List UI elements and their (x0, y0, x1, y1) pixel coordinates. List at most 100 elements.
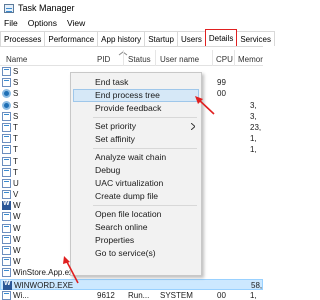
generic-app-icon (2, 190, 11, 200)
cell-name: S (13, 111, 19, 121)
column-name[interactable]: Name (6, 55, 27, 64)
generic-app-icon (2, 290, 11, 300)
table-row-selected[interactable]: WINWORD.EXE 58, (0, 278, 263, 290)
cell-name: Wi... (13, 290, 29, 300)
cell-mem: 1, (250, 290, 257, 300)
menu-file[interactable]: File (4, 18, 18, 28)
cell-name: W (13, 234, 21, 244)
generic-app-icon (2, 246, 11, 255)
cell-name: W (13, 223, 21, 233)
column-user-name[interactable]: User name (160, 55, 199, 64)
cell-mem: 1, (250, 134, 257, 144)
cell-name: W (13, 246, 21, 255)
cell-name: T (13, 145, 18, 155)
column-memory[interactable]: Memor (238, 55, 263, 64)
menu-separator (93, 148, 197, 149)
generic-app-icon (2, 167, 11, 177)
cell-cpu: 00 (217, 89, 226, 99)
generic-app-icon (2, 122, 11, 132)
table-row[interactable]: Wi... 9612 Run... SYSTEM 00 1, (0, 290, 263, 300)
context-menu-item-create-dump-file[interactable]: Create dump file (71, 190, 201, 203)
context-menu-item-set-affinity[interactable]: Set affinity (71, 133, 201, 146)
context-menu-item-analyze-wait-chain[interactable]: Analyze wait chain (71, 151, 201, 164)
generic-app-icon (2, 111, 11, 121)
cell-name: W (13, 201, 21, 211)
cell-mem: 58, (251, 280, 263, 290)
generic-app-icon (2, 67, 11, 76)
menu-view[interactable]: View (67, 18, 85, 28)
generic-app-icon (2, 268, 11, 278)
cell-cpu: 99 (217, 78, 226, 88)
title-bar: Task Manager (0, 0, 263, 16)
cell-name: T (13, 167, 18, 177)
menu-options[interactable]: Options (28, 18, 57, 28)
context-menu-item-go-to-service-s[interactable]: Go to service(s) (71, 247, 201, 260)
cell-name: U (13, 178, 19, 188)
cell-name: S (13, 100, 19, 110)
generic-app-icon (2, 212, 11, 222)
tab-startup[interactable]: Startup (144, 31, 178, 46)
context-menu-item-search-online[interactable]: Search online (71, 221, 201, 234)
generic-app-icon (2, 78, 11, 88)
cell-cpu: 00 (217, 290, 226, 300)
cell-mem: 3, (250, 111, 257, 121)
context-menu-item-set-priority[interactable]: Set priority (71, 120, 201, 133)
context-menu-item-end-process-tree[interactable]: End process tree (73, 89, 199, 102)
tab-services[interactable]: Services (236, 31, 276, 46)
cell-pid: 9612 (97, 290, 115, 300)
word-icon (3, 280, 12, 290)
gear-icon (2, 89, 11, 99)
generic-app-icon (2, 178, 11, 188)
cell-name: W (13, 212, 21, 222)
context-menu-item-uac-virtualization[interactable]: UAC virtualization (71, 177, 201, 190)
column-divider[interactable] (123, 50, 124, 66)
generic-app-icon (2, 257, 11, 267)
cell-name: W (13, 257, 21, 267)
column-divider[interactable] (234, 50, 235, 66)
context-menu-item-end-task[interactable]: End task (71, 76, 201, 89)
gear-icon (2, 100, 11, 110)
tab-details[interactable]: Details (204, 29, 238, 46)
cell-name: WINWORD.EXE (14, 280, 74, 290)
chevron-right-icon (191, 123, 195, 130)
cell-name: T (13, 156, 18, 166)
context-menu-item-open-file-location[interactable]: Open file location (71, 208, 201, 221)
cell-mem: 3, (250, 100, 257, 110)
cell-status: Run... (128, 290, 150, 300)
context-menu-item-properties[interactable]: Properties (71, 234, 201, 247)
cell-name: T (13, 134, 18, 144)
generic-app-icon (2, 156, 11, 166)
column-divider[interactable] (155, 50, 156, 66)
menu-separator (93, 205, 197, 206)
column-cpu[interactable]: CPU (216, 55, 233, 64)
column-header-row: Name PID Status User name CPU Memor (0, 48, 263, 66)
cell-mem: 1, (250, 145, 257, 155)
cell-name: T (13, 122, 18, 132)
window-title: Task Manager (18, 3, 75, 13)
column-divider[interactable] (212, 50, 213, 66)
context-menu-item-debug[interactable]: Debug (71, 164, 201, 177)
generic-app-icon (2, 234, 11, 244)
generic-app-icon (2, 223, 11, 233)
tab-bar: Processes Performance App history Startu… (0, 29, 276, 47)
tab-app-history[interactable]: App history (97, 31, 146, 46)
context-menu: End task End process tree Provide feedback… (70, 72, 202, 276)
generic-app-icon (2, 145, 11, 155)
task-manager-icon (4, 3, 14, 13)
column-status[interactable]: Status (128, 55, 151, 64)
tab-performance[interactable]: Performance (44, 31, 99, 46)
cell-name: WinStore.App.exe (13, 268, 78, 278)
tab-processes[interactable]: Processes (0, 31, 46, 46)
generic-app-icon (2, 134, 11, 144)
tab-users[interactable]: Users (176, 31, 206, 46)
cell-name: S (13, 67, 19, 76)
cell-name: V (13, 190, 19, 200)
column-pid[interactable]: PID (97, 55, 110, 64)
word-icon (2, 200, 11, 211)
cell-name: S (13, 78, 19, 88)
menu-bar: File Options View (0, 16, 263, 29)
menu-separator (93, 117, 197, 118)
context-menu-item-provide-feedback[interactable]: Provide feedback (71, 102, 201, 115)
cell-mem: 23, (250, 122, 262, 132)
cell-user: SYSTEM (160, 290, 193, 300)
